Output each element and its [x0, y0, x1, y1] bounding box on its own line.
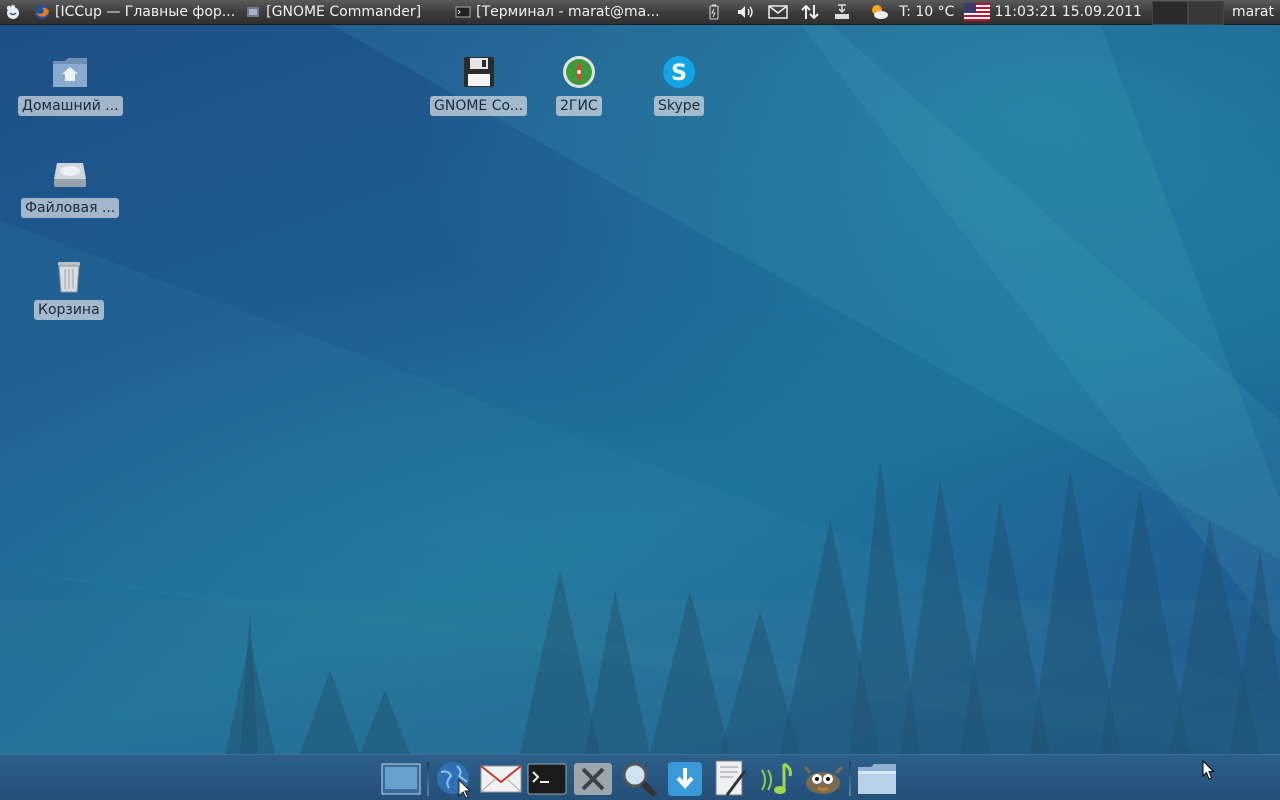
top-panel: [ICCup — Главные фор... [GNOME Commander… [0, 0, 1280, 25]
dock-music-player[interactable] [755, 758, 799, 800]
temperature-readout[interactable]: T: 10 °C [899, 4, 954, 20]
bottom-dock [0, 754, 1280, 800]
mail-icon[interactable] [767, 1, 789, 23]
desktop-icon-gnome-commander[interactable]: GNOME Co... [430, 52, 528, 116]
volume-icon[interactable] [735, 1, 757, 23]
drive-icon [50, 154, 90, 194]
dock-text-editor[interactable] [709, 758, 753, 800]
battery-icon[interactable] [703, 1, 725, 23]
firefox-icon [34, 4, 50, 20]
desktop-icon-filesystem[interactable]: Файловая ... [21, 154, 120, 218]
desktop-icon-2gis[interactable]: 2ГИС [556, 52, 602, 116]
text-editor-icon [715, 760, 747, 796]
desktop-icon-label: Домашний ... [18, 96, 123, 116]
dock-download[interactable] [663, 758, 707, 800]
task-button-gnome-commander[interactable]: [GNOME Commander] [241, 0, 427, 24]
wallpaper [0, 24, 1280, 760]
download-icon [668, 762, 702, 796]
dock-web-browser[interactable] [433, 758, 477, 800]
user-name[interactable]: marat [1232, 4, 1274, 20]
us-flag-icon[interactable] [964, 3, 991, 21]
workspace-1[interactable] [1151, 1, 1188, 25]
application-menu-button[interactable] [2, 1, 24, 23]
desktop-icon-skype[interactable]: S Skype [654, 52, 705, 116]
search-icon [622, 762, 658, 798]
task-label: [ICCup — Главные фор... [55, 4, 236, 20]
dock-terminal[interactable] [525, 758, 569, 800]
workspace-2[interactable] [1187, 1, 1224, 25]
terminal-icon [527, 763, 567, 795]
task-button-terminal[interactable]: [Терминал - marat@ma... [451, 0, 665, 24]
floppy-icon [459, 52, 499, 92]
xfce-mouse-icon [6, 5, 19, 19]
desktop-icon-label: Skype [654, 96, 705, 116]
desktop-icon-label: Корзина [34, 300, 104, 320]
desktop-icon-home[interactable]: Домашний ... [18, 52, 123, 116]
dock-settings[interactable] [571, 758, 615, 800]
task-button-firefox[interactable]: [ICCup — Главные фор... [30, 0, 241, 24]
mouse-cursor-icon [1202, 760, 1214, 780]
update-icon[interactable] [831, 1, 853, 23]
desktop [0, 0, 1280, 800]
desktop-icon-trash[interactable]: Корзина [34, 256, 104, 320]
dock-mail[interactable] [479, 758, 523, 800]
gimp-icon [803, 765, 844, 794]
clock[interactable]: 11:03:21 15.09.2011 [994, 4, 1142, 20]
music-player-icon [761, 762, 792, 794]
skype-icon: S [659, 52, 699, 92]
desktop-icon-label: Файловая ... [21, 198, 120, 218]
compass-icon [559, 52, 599, 92]
file-manager-icon [245, 4, 261, 20]
network-icon[interactable] [799, 1, 821, 23]
trash-icon [49, 256, 89, 296]
dock-file-manager[interactable] [855, 758, 899, 800]
workspace-switcher[interactable] [1151, 1, 1224, 25]
show-desktop-icon [381, 763, 421, 795]
dock-show-desktop[interactable] [379, 758, 423, 800]
dock-search[interactable] [617, 758, 661, 800]
web-browser-icon [437, 762, 472, 798]
settings-icon [574, 763, 612, 795]
desktop-icon-label: 2ГИС [556, 96, 602, 116]
desktop-icon-label: GNOME Co... [430, 96, 528, 116]
task-label: [Терминал - marat@ma... [476, 4, 660, 20]
file-manager-icon [858, 764, 896, 794]
terminal-icon [455, 4, 471, 20]
weather-icon[interactable] [868, 1, 890, 23]
dock-gimp[interactable] [801, 758, 845, 800]
mail-icon [480, 765, 522, 793]
home-folder-icon [50, 52, 90, 92]
task-label: [GNOME Commander] [266, 4, 422, 20]
svg-text:S: S [671, 61, 687, 86]
